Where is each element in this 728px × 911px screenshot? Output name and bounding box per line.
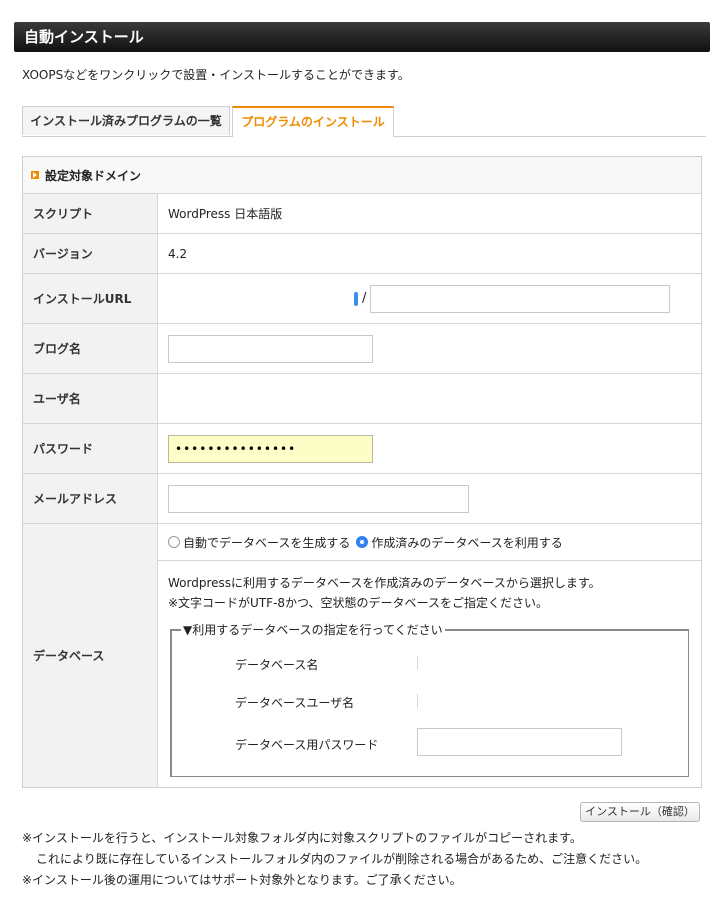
install-notes: ※インストールを行うと、インストール対象フォルダ内に対象スクリプトのファイルがコ… [22, 828, 647, 891]
note-line-3: ※インストール後の運用についてはサポート対象外となります。ご了承ください。 [22, 873, 462, 887]
url-separator: / [362, 291, 367, 306]
database-desc-line1: Wordpressに利用するデータベースを作成済みのデータベースから選択します。 [168, 576, 601, 590]
install-confirm-button[interactable]: インストール（確認） [580, 802, 700, 822]
db-password-label: データベース用パスワード [235, 738, 379, 752]
tab-bar: インストール済みプログラムの一覧 プログラムのインストール [22, 106, 706, 137]
db-user-label: データベースユーザ名 [235, 696, 355, 710]
email-input[interactable] [168, 484, 469, 513]
database-fieldset: ▼利用するデータベースの指定を行ってください データベース名 データベースユーザ… [170, 621, 689, 777]
script-value: WordPress 日本語版 [168, 207, 283, 221]
database-mode-radios: 自動でデータベースを生成する 作成済みのデータベースを利用する [158, 524, 701, 561]
email-label: メールアドレス [23, 474, 158, 523]
blog-name-label: ブログ名 [23, 324, 158, 373]
user-name-label: ユーザ名 [23, 374, 158, 423]
page-title: 自動インストール [14, 22, 710, 52]
script-row: スクリプト WordPress 日本語版 [23, 193, 701, 233]
radio-use-existing[interactable] [356, 536, 369, 548]
db-password-input[interactable] [417, 728, 622, 756]
email-row: メールアドレス [23, 473, 701, 523]
install-url-row: インストールURL / [23, 273, 701, 323]
script-label: スクリプト [23, 194, 158, 233]
install-path-input[interactable] [370, 284, 671, 313]
database-label: データベース [23, 524, 158, 787]
intro-text: XOOPSなどをワンクリックで設置・インストールすることができます。 [22, 68, 410, 82]
user-name-value[interactable] [158, 374, 701, 423]
version-row: バージョン 4.2 [23, 233, 701, 273]
page: 自動インストール XOOPSなどをワンクリックで設置・インストールすることができ… [0, 0, 728, 911]
domain-label: 設定対象ドメイン [45, 168, 142, 183]
note-line-2: これにより既に存在しているインストールフォルダ内のファイルが削除される場合がある… [36, 852, 648, 866]
version-label: バージョン [23, 234, 158, 273]
tab-installed-programs[interactable]: インストール済みプログラムの一覧 [22, 106, 230, 135]
tab-program-install[interactable]: プログラムのインストール [232, 106, 394, 137]
db-name-value[interactable] [417, 656, 418, 670]
domain-select-edge[interactable] [354, 291, 358, 306]
version-value: 4.2 [168, 246, 188, 261]
password-label: パスワード [23, 424, 158, 473]
database-desc-line2: ※文字コードがUTF-8かつ、空状態のデータベースをご指定ください。 [168, 596, 548, 610]
user-name-row: ユーザ名 [23, 373, 701, 423]
radio-auto-create[interactable] [168, 536, 180, 548]
db-name-label: データベース名 [235, 658, 319, 672]
install-url-label: インストールURL [23, 274, 158, 323]
password-input[interactable] [168, 434, 373, 463]
note-line-1: ※インストールを行うと、インストール対象フォルダ内に対象スクリプトのファイルがコ… [22, 831, 582, 845]
database-fieldset-legend: ▼利用するデータベースの指定を行ってください [181, 621, 445, 638]
arrow-bullet-icon [31, 171, 39, 179]
db-user-value[interactable] [417, 694, 418, 708]
database-row: データベース 自動でデータベースを生成する 作成済みのデータベースを利用する W… [23, 523, 701, 787]
password-row: パスワード [23, 423, 701, 473]
radio-use-existing-label[interactable]: 作成済みのデータベースを利用する [371, 534, 562, 551]
install-form: 設定対象ドメイン スクリプト WordPress 日本語版 バージョン 4.2 … [22, 156, 702, 788]
blog-name-input[interactable] [168, 334, 373, 363]
domain-row: 設定対象ドメイン [23, 157, 701, 193]
database-description: Wordpressに利用するデータベースを作成済みのデータベースから選択します。… [158, 561, 701, 613]
radio-auto-create-label[interactable]: 自動でデータベースを生成する [183, 534, 350, 551]
blog-name-row: ブログ名 [23, 323, 701, 373]
